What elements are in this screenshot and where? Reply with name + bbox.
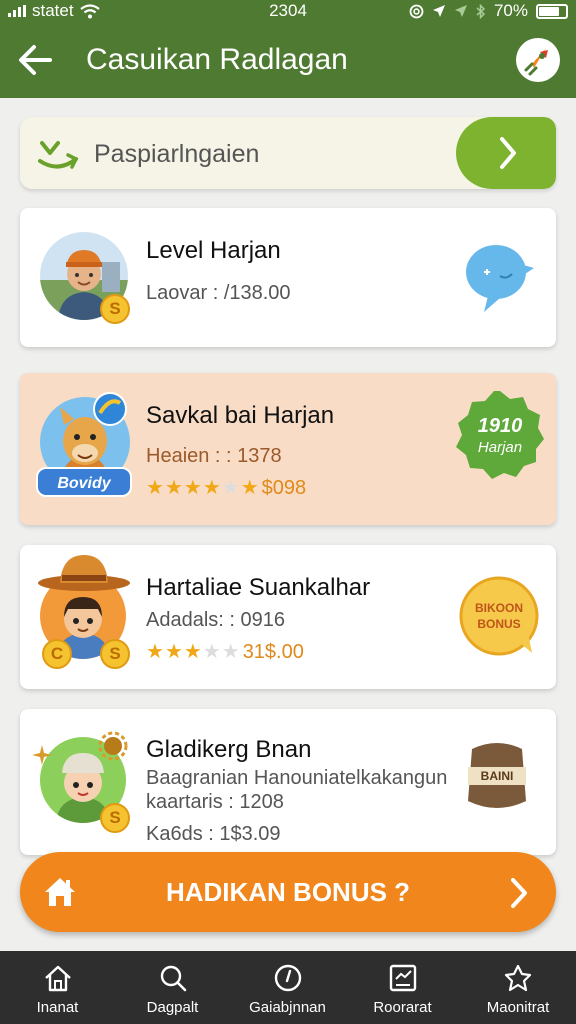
cowboy-hat-icon bbox=[38, 555, 130, 591]
page-title: Casuikan Radlagan bbox=[86, 43, 348, 76]
label-badge-text: Baini bbox=[480, 769, 514, 783]
banner-label: Paspiarlngaien bbox=[94, 140, 260, 168]
home-icon bbox=[45, 965, 71, 992]
card-price: Ka6ds : 1$3.09 bbox=[146, 823, 281, 845]
bonus-button[interactable]: HADIKAN BONUS ? bbox=[20, 852, 556, 932]
bluetooth-icon bbox=[476, 3, 486, 19]
promo-banner[interactable]: Paspiarlngaien bbox=[20, 117, 556, 189]
reward-amount: 31$.00 bbox=[242, 641, 304, 663]
coin-icon: S bbox=[100, 803, 130, 833]
star-icon: ★ bbox=[146, 641, 165, 663]
card-subtitle: Heaien : : 1378 bbox=[146, 445, 282, 467]
trophy-icon bbox=[504, 964, 532, 992]
rocket-icon bbox=[524, 48, 548, 76]
bonus-badge-line1: Bikoon bbox=[475, 601, 523, 615]
banner-go-button[interactable] bbox=[456, 117, 556, 189]
at-icon bbox=[409, 4, 424, 18]
battery-percent: 70% bbox=[493, 1, 528, 20]
tab-history[interactable]: Gaiabjnnan bbox=[230, 951, 345, 1024]
tab-report[interactable]: Roorarat bbox=[345, 951, 460, 1024]
coin-icon: S bbox=[100, 294, 130, 324]
tab-monitor[interactable]: Maonitrat bbox=[460, 951, 576, 1024]
chevron-right-icon bbox=[500, 137, 516, 169]
avatar-badge: Bovidy bbox=[36, 467, 132, 497]
location-icon bbox=[454, 5, 467, 17]
card-detail: kaartaris : 1208 bbox=[146, 791, 284, 813]
star-icon: ★ bbox=[164, 477, 184, 499]
coin-icon: S bbox=[100, 639, 130, 669]
star-icon: ★ bbox=[221, 641, 241, 663]
tab-search[interactable]: Dagpalt bbox=[115, 951, 230, 1024]
tab-label: Dagpalt bbox=[146, 999, 199, 1016]
card-title: Gladikerg Bnan bbox=[146, 736, 312, 763]
refresh-check-icon bbox=[38, 141, 79, 169]
card-subtitle: Laovar : /138.00 bbox=[146, 282, 291, 304]
list-item[interactable]: S Level Harjan Laovar : /138.00 bbox=[20, 208, 556, 347]
tab-label: Maonitrat bbox=[486, 999, 550, 1016]
rating: ★★★★★★ $098 bbox=[146, 475, 306, 501]
tab-label: Roorarat bbox=[373, 999, 432, 1016]
location-icon bbox=[432, 5, 445, 17]
star-icon: ★ bbox=[183, 641, 203, 663]
battery-icon bbox=[536, 3, 568, 19]
star-icon: ★ bbox=[164, 641, 184, 663]
star-icon: ★ bbox=[221, 477, 241, 499]
app-bar: Casuikan Radlagan bbox=[0, 22, 576, 98]
reward-amount: $098 bbox=[261, 477, 307, 499]
card-title: Hartaliae Suankalhar bbox=[146, 574, 371, 601]
bonus-button-label: HADIKAN BONUS ? bbox=[165, 877, 411, 907]
star-icon: ★ bbox=[183, 477, 203, 499]
sun-icon bbox=[98, 731, 128, 761]
sparkle-icon bbox=[32, 745, 52, 765]
globe-icon bbox=[93, 392, 127, 426]
status-bar: statet 2304 70% bbox=[0, 0, 576, 22]
profile-button[interactable] bbox=[516, 38, 560, 82]
star-icon: ★ bbox=[146, 477, 165, 499]
card-subtitle: Adadals: : 0916 bbox=[146, 609, 285, 631]
seal-value: 1910 bbox=[477, 415, 523, 437]
star-icon: ★ bbox=[240, 477, 260, 499]
tab-label: Gaiabjnnan bbox=[249, 999, 326, 1016]
label-badge: Baini bbox=[464, 739, 530, 815]
list-item[interactable]: Bovidy Savkal bai Harjan Heaien : : 1378… bbox=[20, 373, 556, 525]
chevron-right-icon bbox=[511, 878, 527, 908]
bonus-badge-line2: Bonus bbox=[477, 617, 521, 631]
seal-badge: 1910 Harjan bbox=[454, 389, 546, 481]
chat-bubble-icon bbox=[466, 245, 534, 312]
back-button[interactable] bbox=[14, 40, 58, 80]
report-icon bbox=[389, 964, 417, 992]
bonus-badge: Bikoon Bonus bbox=[458, 575, 540, 657]
card-title: Level Harjan bbox=[146, 237, 281, 264]
arrow-left-icon bbox=[19, 45, 52, 75]
rating: ★★★★★ 31$.00 bbox=[146, 639, 304, 665]
tab-label: Inanat bbox=[36, 999, 79, 1016]
card-title: Savkal bai Harjan bbox=[146, 402, 335, 429]
list-item[interactable]: S Gladikerg Bnan Baagranian Hanouniatelk… bbox=[20, 709, 556, 855]
bottom-tab-bar: Inanat Dagpalt Gaiabjnnan Roorarat Maoni… bbox=[0, 951, 576, 1024]
star-icon: ★ bbox=[202, 641, 222, 663]
list-item[interactable]: C S Hartaliae Suankalhar Adadals: : 0916… bbox=[20, 545, 556, 689]
search-icon bbox=[160, 965, 187, 992]
seal-label: Harjan bbox=[477, 439, 523, 456]
coin-icon: C bbox=[42, 639, 72, 669]
star-icon: ★ bbox=[202, 477, 222, 499]
card-subtitle: Baagranian Hanouniatelkakangun bbox=[146, 767, 448, 789]
tab-home[interactable]: Inanat bbox=[0, 951, 115, 1024]
clock-icon bbox=[274, 964, 302, 992]
